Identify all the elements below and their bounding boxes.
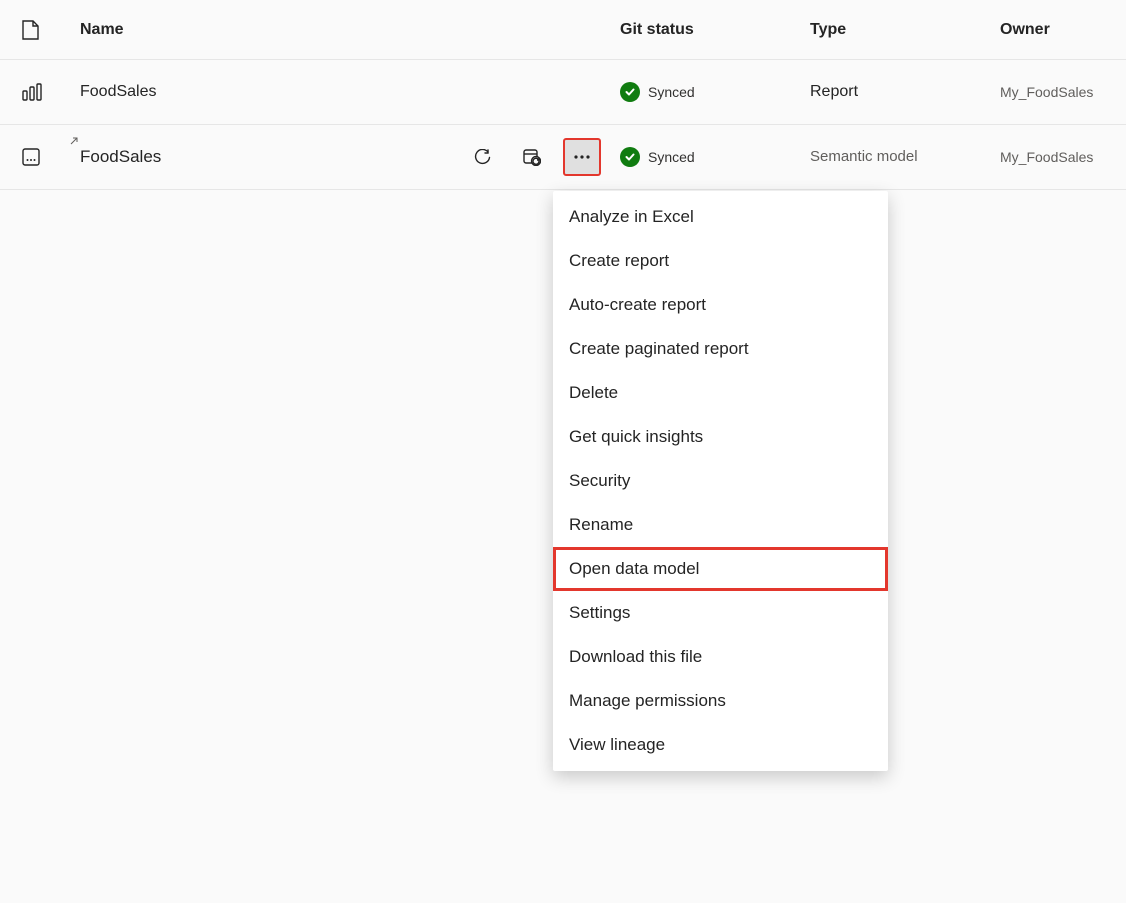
header-type[interactable]: Type [810, 21, 1000, 39]
row-git-cell: Synced [620, 82, 810, 102]
menu-item-security[interactable]: Security [553, 459, 888, 503]
schedule-refresh-button[interactable] [514, 139, 550, 175]
calendar-refresh-icon [523, 148, 541, 166]
menu-item-get-quick-insights[interactable]: Get quick insights [553, 415, 888, 459]
row-actions [464, 139, 600, 175]
file-icon [22, 20, 39, 40]
report-icon [22, 83, 42, 101]
item-name[interactable]: FoodSales [80, 147, 161, 167]
table-row[interactable]: FoodSales Synced Report My_FoodSales [0, 60, 1126, 125]
menu-item-analyze-in-excel[interactable]: Analyze in Excel [553, 195, 888, 239]
item-list: Name Git status Type Owner FoodSales Syn… [0, 0, 1126, 190]
row-owner-cell[interactable]: My_FoodSales [1000, 149, 1106, 165]
refresh-icon [474, 149, 491, 166]
menu-item-create-report[interactable]: Create report [553, 239, 888, 283]
menu-item-auto-create-report[interactable]: Auto-create report [553, 283, 888, 327]
refresh-button[interactable] [464, 139, 500, 175]
more-icon [573, 155, 591, 159]
menu-item-delete[interactable]: Delete [553, 371, 888, 415]
item-name[interactable]: FoodSales [80, 83, 157, 101]
dataset-icon [22, 148, 40, 166]
row-type-cell: Report [810, 83, 1000, 101]
link-overlay-icon [70, 137, 78, 145]
synced-icon [620, 147, 640, 167]
type-text: Semantic model [810, 148, 918, 165]
row-type-icon-cell [20, 83, 80, 101]
header-git[interactable]: Git status [620, 21, 810, 39]
row-name-cell: FoodSales [80, 139, 620, 175]
row-type-icon-cell [20, 148, 80, 166]
table-row[interactable]: FoodSales Synced Semantic model My_ [0, 125, 1126, 190]
row-type-cell: Semantic model [810, 148, 1000, 166]
menu-item-download-this-file[interactable]: Download this file [553, 635, 888, 679]
more-options-button[interactable] [564, 139, 600, 175]
header-owner[interactable]: Owner [1000, 21, 1106, 39]
synced-icon [620, 82, 640, 102]
menu-item-settings[interactable]: Settings [553, 591, 888, 635]
row-name-cell: FoodSales [80, 83, 620, 101]
header-name[interactable]: Name [80, 21, 620, 39]
menu-item-open-data-model[interactable]: Open data model [553, 547, 888, 591]
row-git-cell: Synced [620, 147, 810, 167]
type-text: Report [810, 83, 858, 100]
header-icon-cell [20, 20, 80, 40]
row-owner-cell[interactable]: My_FoodSales [1000, 84, 1106, 100]
table-header-row: Name Git status Type Owner [0, 0, 1126, 60]
menu-item-rename[interactable]: Rename [553, 503, 888, 547]
git-status-text: Synced [648, 149, 695, 165]
menu-item-manage-permissions[interactable]: Manage permissions [553, 679, 888, 723]
menu-item-create-paginated-report[interactable]: Create paginated report [553, 327, 888, 371]
git-status-text: Synced [648, 84, 695, 100]
menu-item-view-lineage[interactable]: View lineage [553, 723, 888, 767]
context-menu: Analyze in ExcelCreate reportAuto-create… [553, 191, 888, 771]
